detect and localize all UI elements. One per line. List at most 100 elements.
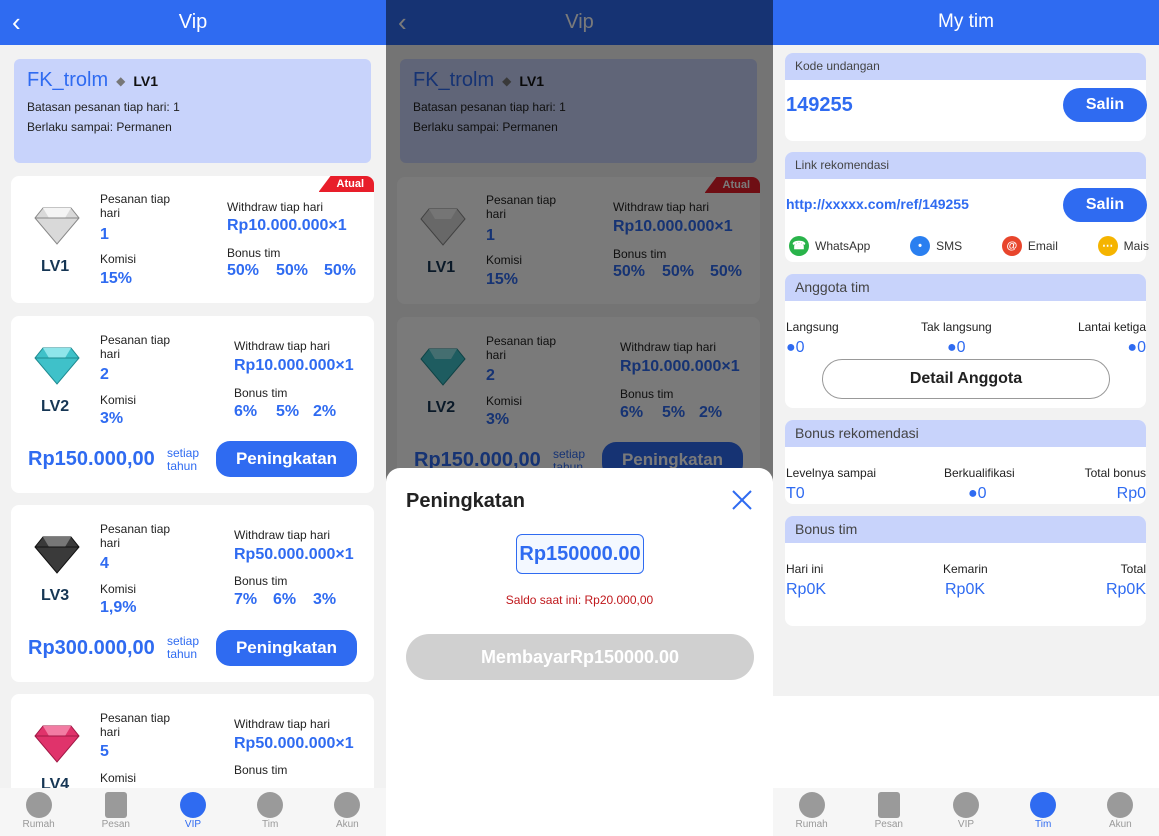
recommend-label: Bonus rekomendasi — [785, 420, 1146, 447]
link-section: Link rekomendasi http://xxxxx.com/ref/14… — [785, 152, 1149, 262]
user-icon — [1107, 792, 1134, 818]
komisi-label: Komisi — [100, 252, 137, 266]
back-icon[interactable]: ‹ — [12, 0, 21, 44]
bottom-nav: Rumah Pesan VIP Tim Akun — [0, 788, 386, 836]
orders-icon — [877, 792, 900, 818]
invite-code: 149255 — [786, 94, 853, 116]
bonus-1: 7% — [234, 591, 258, 608]
referral-link: http://xxxxx.com/ref/149255 — [786, 196, 969, 212]
total-bonus-value: Rp0 — [1116, 485, 1146, 502]
member-direct-value: 0 — [795, 339, 805, 356]
share-label: Mais — [1123, 239, 1149, 253]
total-label: Total — [1120, 562, 1146, 576]
bonus-label: Bonus tim — [227, 246, 281, 260]
member-detail-button[interactable]: Detail Anggota — [822, 359, 1110, 399]
share-row: ☎ WhatsApp • SMS @ Email ⋯ Mais — [789, 236, 1149, 256]
gear-icon — [1030, 792, 1057, 818]
level-reached-label: Levelnya sampai — [786, 466, 877, 480]
nav-label: Rumah — [22, 819, 55, 830]
orders-value: 4 — [100, 555, 109, 572]
home-icon — [25, 792, 52, 818]
sms-icon: • — [910, 236, 931, 256]
nav-label: VIP — [957, 819, 975, 830]
nav-tim[interactable]: Tim — [240, 792, 300, 830]
share-more[interactable]: ⋯ Mais — [1097, 236, 1149, 256]
komisi-label: Komisi — [100, 771, 137, 785]
gear-icon — [257, 792, 284, 818]
total-value: Rp0K — [1105, 581, 1146, 598]
upgrade-modal-screen: ‹ Vip FK_trolm ◆ LV1 Batasan pesanan tia… — [386, 0, 773, 836]
member-third-label: Lantai ketiga — [1077, 320, 1146, 334]
nav-akun[interactable]: Akun — [1090, 792, 1150, 830]
copy-link-button[interactable]: Salin — [1063, 188, 1147, 222]
member-indirect-label: Tak langsung — [921, 320, 992, 334]
level-label: LV3 — [41, 587, 70, 604]
pay-button[interactable]: MembayarRp150000.00 — [406, 634, 754, 680]
team-screen: My tim Kode undangan 149255 Salin Link r… — [773, 0, 1159, 836]
share-label: SMS — [936, 239, 963, 253]
username: FK_trolm — [27, 69, 109, 91]
person-icon: ● — [1127, 339, 1138, 356]
vip-screen: ‹ Vip FK_trolm ◆ LV1 Batasan pesanan tia… — [0, 0, 386, 836]
nav-vip[interactable]: VIP — [936, 792, 996, 830]
komisi-value: 15% — [100, 270, 133, 287]
share-label: WhatsApp — [815, 239, 871, 253]
bonus-2: 6% — [273, 591, 297, 608]
vip-card-lv2: LV2 Pesanan tiap hari 2 Komisi 3% Withdr… — [11, 316, 374, 493]
diamond-silver-icon — [34, 207, 80, 245]
nav-rumah[interactable]: Rumah — [9, 792, 69, 830]
vip-icon — [952, 792, 979, 818]
orders-value: 2 — [100, 366, 109, 383]
invite-label: Kode undangan — [785, 53, 1146, 80]
nav-label: Rumah — [795, 819, 828, 830]
withdraw-label: Withdraw tiap hari — [234, 339, 331, 353]
komisi-value: 1,9% — [100, 599, 137, 616]
diamond-icon: ◆ — [116, 73, 126, 88]
close-icon[interactable] — [731, 489, 753, 511]
share-whatsapp[interactable]: ☎ WhatsApp — [789, 236, 870, 256]
nav-label: Akun — [1108, 819, 1132, 830]
nav-pesan[interactable]: Pesan — [859, 792, 919, 830]
price: Rp150.000,00 — [28, 448, 155, 470]
level-label: LV1 — [41, 258, 70, 275]
upgrade-button[interactable]: Peningkatan — [216, 630, 357, 666]
nav-pesan[interactable]: Pesan — [86, 792, 146, 830]
nav-akun[interactable]: Akun — [317, 792, 377, 830]
invite-section: Kode undangan 149255 Salin — [785, 53, 1147, 141]
share-email[interactable]: @ Email — [1001, 236, 1058, 256]
more-icon: ⋯ — [1097, 236, 1118, 256]
qualified-label: Berkualifikasi — [944, 466, 1015, 480]
person-icon: ● — [968, 485, 978, 502]
person-icon: ● — [786, 339, 796, 356]
page-title: My tim — [938, 11, 994, 32]
komisi-label: Komisi — [100, 393, 137, 407]
copy-code-button[interactable]: Salin — [1063, 88, 1147, 122]
withdraw-value: Rp10.000.000×1 — [234, 357, 354, 374]
orders-label: Pesanan tiap hari — [100, 192, 171, 220]
price: Rp300.000,00 — [28, 637, 155, 659]
nav-vip[interactable]: VIP — [163, 792, 223, 830]
sheet-title: Peningkatan — [406, 490, 525, 512]
current-badge: Atual — [318, 176, 374, 192]
orders-label: Pesanan tiap hari — [100, 522, 171, 550]
nav-label: Tim — [262, 819, 279, 830]
recommend-bonus-section: Bonus rekomendasi Levelnya sampai Berkua… — [785, 420, 1146, 504]
diamond-pink-icon — [34, 725, 80, 763]
level-label: LV2 — [41, 398, 70, 415]
nav-rumah[interactable]: Rumah — [782, 792, 842, 830]
upgrade-sheet: Peningkatan Rp150000.00 Saldo saat ini: … — [386, 468, 773, 836]
link-label: Link rekomendasi — [785, 152, 1146, 179]
bonus-label: Bonus tim — [234, 574, 288, 588]
bonus-2: 5% — [276, 403, 300, 420]
diamond-teal-icon — [34, 347, 80, 385]
nav-label: VIP — [184, 819, 202, 830]
amount-field[interactable]: Rp150000.00 — [516, 534, 644, 574]
withdraw-value: Rp50.000.000×1 — [234, 546, 354, 563]
email-icon: @ — [1001, 236, 1022, 256]
bottom-nav: Rumah Pesan VIP Tim Akun — [773, 788, 1159, 836]
upgrade-button[interactable]: Peningkatan — [216, 441, 357, 477]
withdraw-value: Rp50.000.000×1 — [234, 735, 354, 752]
whatsapp-icon: ☎ — [789, 236, 809, 256]
share-sms[interactable]: • SMS — [910, 236, 962, 256]
nav-tim[interactable]: Tim — [1013, 792, 1073, 830]
